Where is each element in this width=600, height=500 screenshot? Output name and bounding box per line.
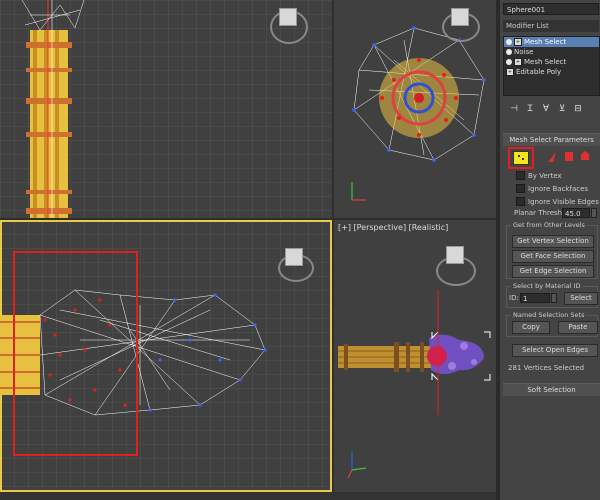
stack-item-editable-poly[interactable]: + Editable Poly (504, 67, 599, 77)
lightbulb-icon[interactable] (506, 59, 512, 65)
ignore-visible-edges-checkbox[interactable]: Ignore Visible Edges (516, 197, 599, 206)
lightbulb-icon[interactable] (506, 49, 512, 55)
get-face-selection-button[interactable]: Get Face Selection (512, 250, 594, 263)
viewcube-box[interactable] (451, 8, 469, 26)
viewcube-top-right[interactable] (440, 4, 480, 44)
stack-item-label: Mesh Select (524, 38, 567, 46)
soft-selection-header[interactable]: Soft Selection (503, 383, 600, 396)
pin-stack-icon[interactable]: ⊣ (509, 103, 519, 115)
checkbox-box[interactable] (516, 171, 525, 180)
stack-item-mesh-select-1[interactable]: + Mesh Select (504, 37, 599, 47)
planar-thresh-spinner[interactable] (591, 208, 597, 218)
face-level-icon[interactable] (565, 152, 573, 161)
modifier-list-dropdown[interactable]: Modifier List (503, 20, 599, 32)
selection-status-text: 281 Vertices Selected (508, 364, 585, 372)
show-end-result-icon[interactable]: Ɪ (525, 103, 535, 115)
checkbox-label: Ignore Backfaces (528, 184, 589, 193)
expand-icon[interactable]: + (506, 68, 514, 76)
stack-item-noise[interactable]: Noise (504, 47, 599, 57)
checkbox-box[interactable] (516, 184, 525, 193)
viewport-top-left[interactable] (0, 0, 332, 218)
viewport-top-right[interactable] (334, 0, 496, 218)
viewcube-box[interactable] (446, 246, 464, 264)
viewcube-box[interactable] (285, 248, 303, 266)
copy-button[interactable]: Copy (512, 321, 550, 334)
axis-gizmo-top-right (351, 182, 366, 201)
material-id-label: ID: (509, 294, 519, 302)
select-by-id-button[interactable]: Select (564, 292, 598, 305)
edge-level-icon[interactable] (548, 152, 556, 162)
group-title: Named Selection Sets (511, 311, 587, 319)
group-title: Get from Other Levels (511, 221, 587, 229)
viewcube-box[interactable] (279, 8, 297, 26)
object-name-field[interactable]: Sphere001 (503, 3, 599, 15)
paste-button[interactable]: Paste (558, 321, 598, 334)
viewcube-top-left[interactable] (268, 2, 308, 44)
ignore-backfaces-checkbox[interactable]: Ignore Backfaces (516, 184, 588, 193)
stack-item-label: Editable Poly (516, 68, 562, 76)
section-title: Soft Selection (527, 386, 576, 394)
element-level-icon[interactable] (580, 151, 590, 161)
planar-thresh-field[interactable]: 45.0 (562, 208, 590, 218)
remove-modifier-icon[interactable]: ⊻ (557, 103, 567, 115)
viewport-divider-horizontal[interactable] (0, 218, 496, 220)
viewport-perspective[interactable]: [+] [Perspective] [Realistic] (334, 220, 496, 492)
expand-icon[interactable]: + (514, 58, 522, 66)
make-unique-icon[interactable]: ∀ (541, 103, 551, 115)
configure-sets-icon[interactable]: ⊟ (573, 103, 583, 115)
lightbulb-icon[interactable] (506, 39, 512, 45)
viewcube-bottom-left[interactable] (276, 246, 316, 286)
stack-item-label: Mesh Select (524, 58, 567, 66)
checkbox-label: By Vertex (528, 171, 562, 180)
group-title: Select by Material ID (511, 282, 583, 290)
select-open-edges-button[interactable]: Select Open Edges (512, 344, 598, 357)
vertex-level-button[interactable] (508, 147, 534, 169)
bottom-strip (0, 492, 496, 500)
stack-item-label: Noise (514, 48, 534, 56)
stack-toolbar: ⊣ Ɪ ∀ ⊻ ⊟ (503, 100, 600, 118)
get-vertex-selection-button[interactable]: Get Vertex Selection (512, 235, 594, 248)
mesh-select-params-header[interactable]: Mesh Select Parameters (503, 133, 600, 146)
stack-item-mesh-select-2[interactable]: + Mesh Select (504, 57, 599, 67)
checkbox-box[interactable] (516, 197, 525, 206)
viewport-bottom-left[interactable] (0, 220, 332, 492)
planar-thresh-label: Planar Thresh: (514, 209, 565, 217)
viewcube-perspective[interactable] (434, 242, 478, 286)
material-id-field[interactable]: 1 (520, 293, 550, 303)
expand-icon[interactable]: + (514, 38, 522, 46)
modifier-stack: + Mesh Select Noise + Mesh Select + Edit… (503, 36, 600, 96)
vertex-icon (513, 151, 529, 165)
viewport-divider-vertical[interactable] (332, 0, 334, 492)
material-id-spinner[interactable] (551, 293, 557, 303)
axis-gizmo-perspective (347, 452, 367, 479)
section-title: Mesh Select Parameters (509, 136, 594, 144)
by-vertex-checkbox[interactable]: By Vertex (516, 171, 562, 180)
checkbox-label: Ignore Visible Edges (528, 197, 599, 206)
get-edge-selection-button[interactable]: Get Edge Selection (512, 265, 594, 278)
